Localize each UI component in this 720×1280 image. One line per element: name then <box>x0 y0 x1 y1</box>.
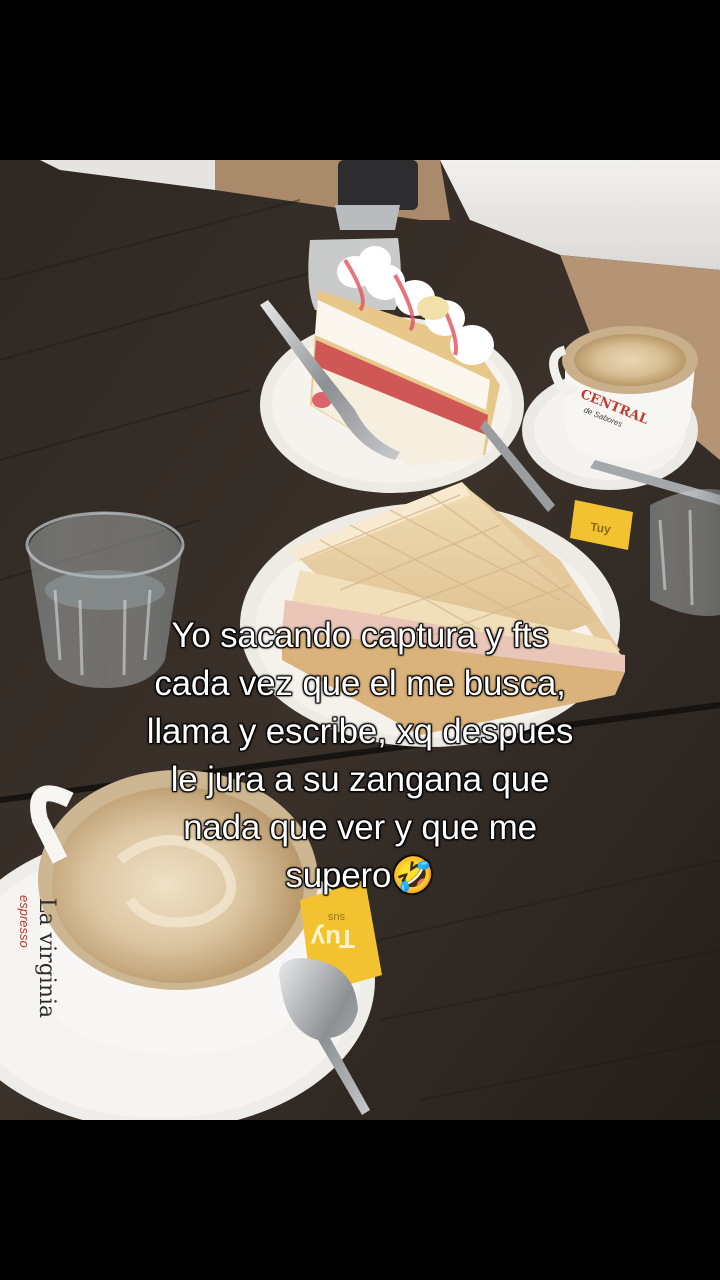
caption-line: llama y escribe, xq despues <box>146 711 574 752</box>
packet-label: Tuy <box>310 924 355 954</box>
cup-brand-lavirginia: La virginia <box>34 898 59 1018</box>
overlay-caption: Yo sacando captura y fts cada vez que el… <box>60 612 660 900</box>
caption-line: supero🤣 <box>285 855 436 896</box>
cup-subbrand-espresso: espresso <box>17 895 32 948</box>
caption-line: nada que ver y que me <box>182 807 538 848</box>
svg-text:Tuy: Tuy <box>589 520 612 537</box>
water-glass-right <box>650 489 720 616</box>
caption-line: cada vez que el me busca, <box>154 663 567 704</box>
caption-line: Yo sacando captura y fts <box>171 615 550 656</box>
video-frame: CENTRAL de Sabores Tuy La virginia espre… <box>0 0 720 1280</box>
caption-line: le jura a su zangana que <box>170 759 550 800</box>
svg-text:sus: sus <box>327 911 345 923</box>
